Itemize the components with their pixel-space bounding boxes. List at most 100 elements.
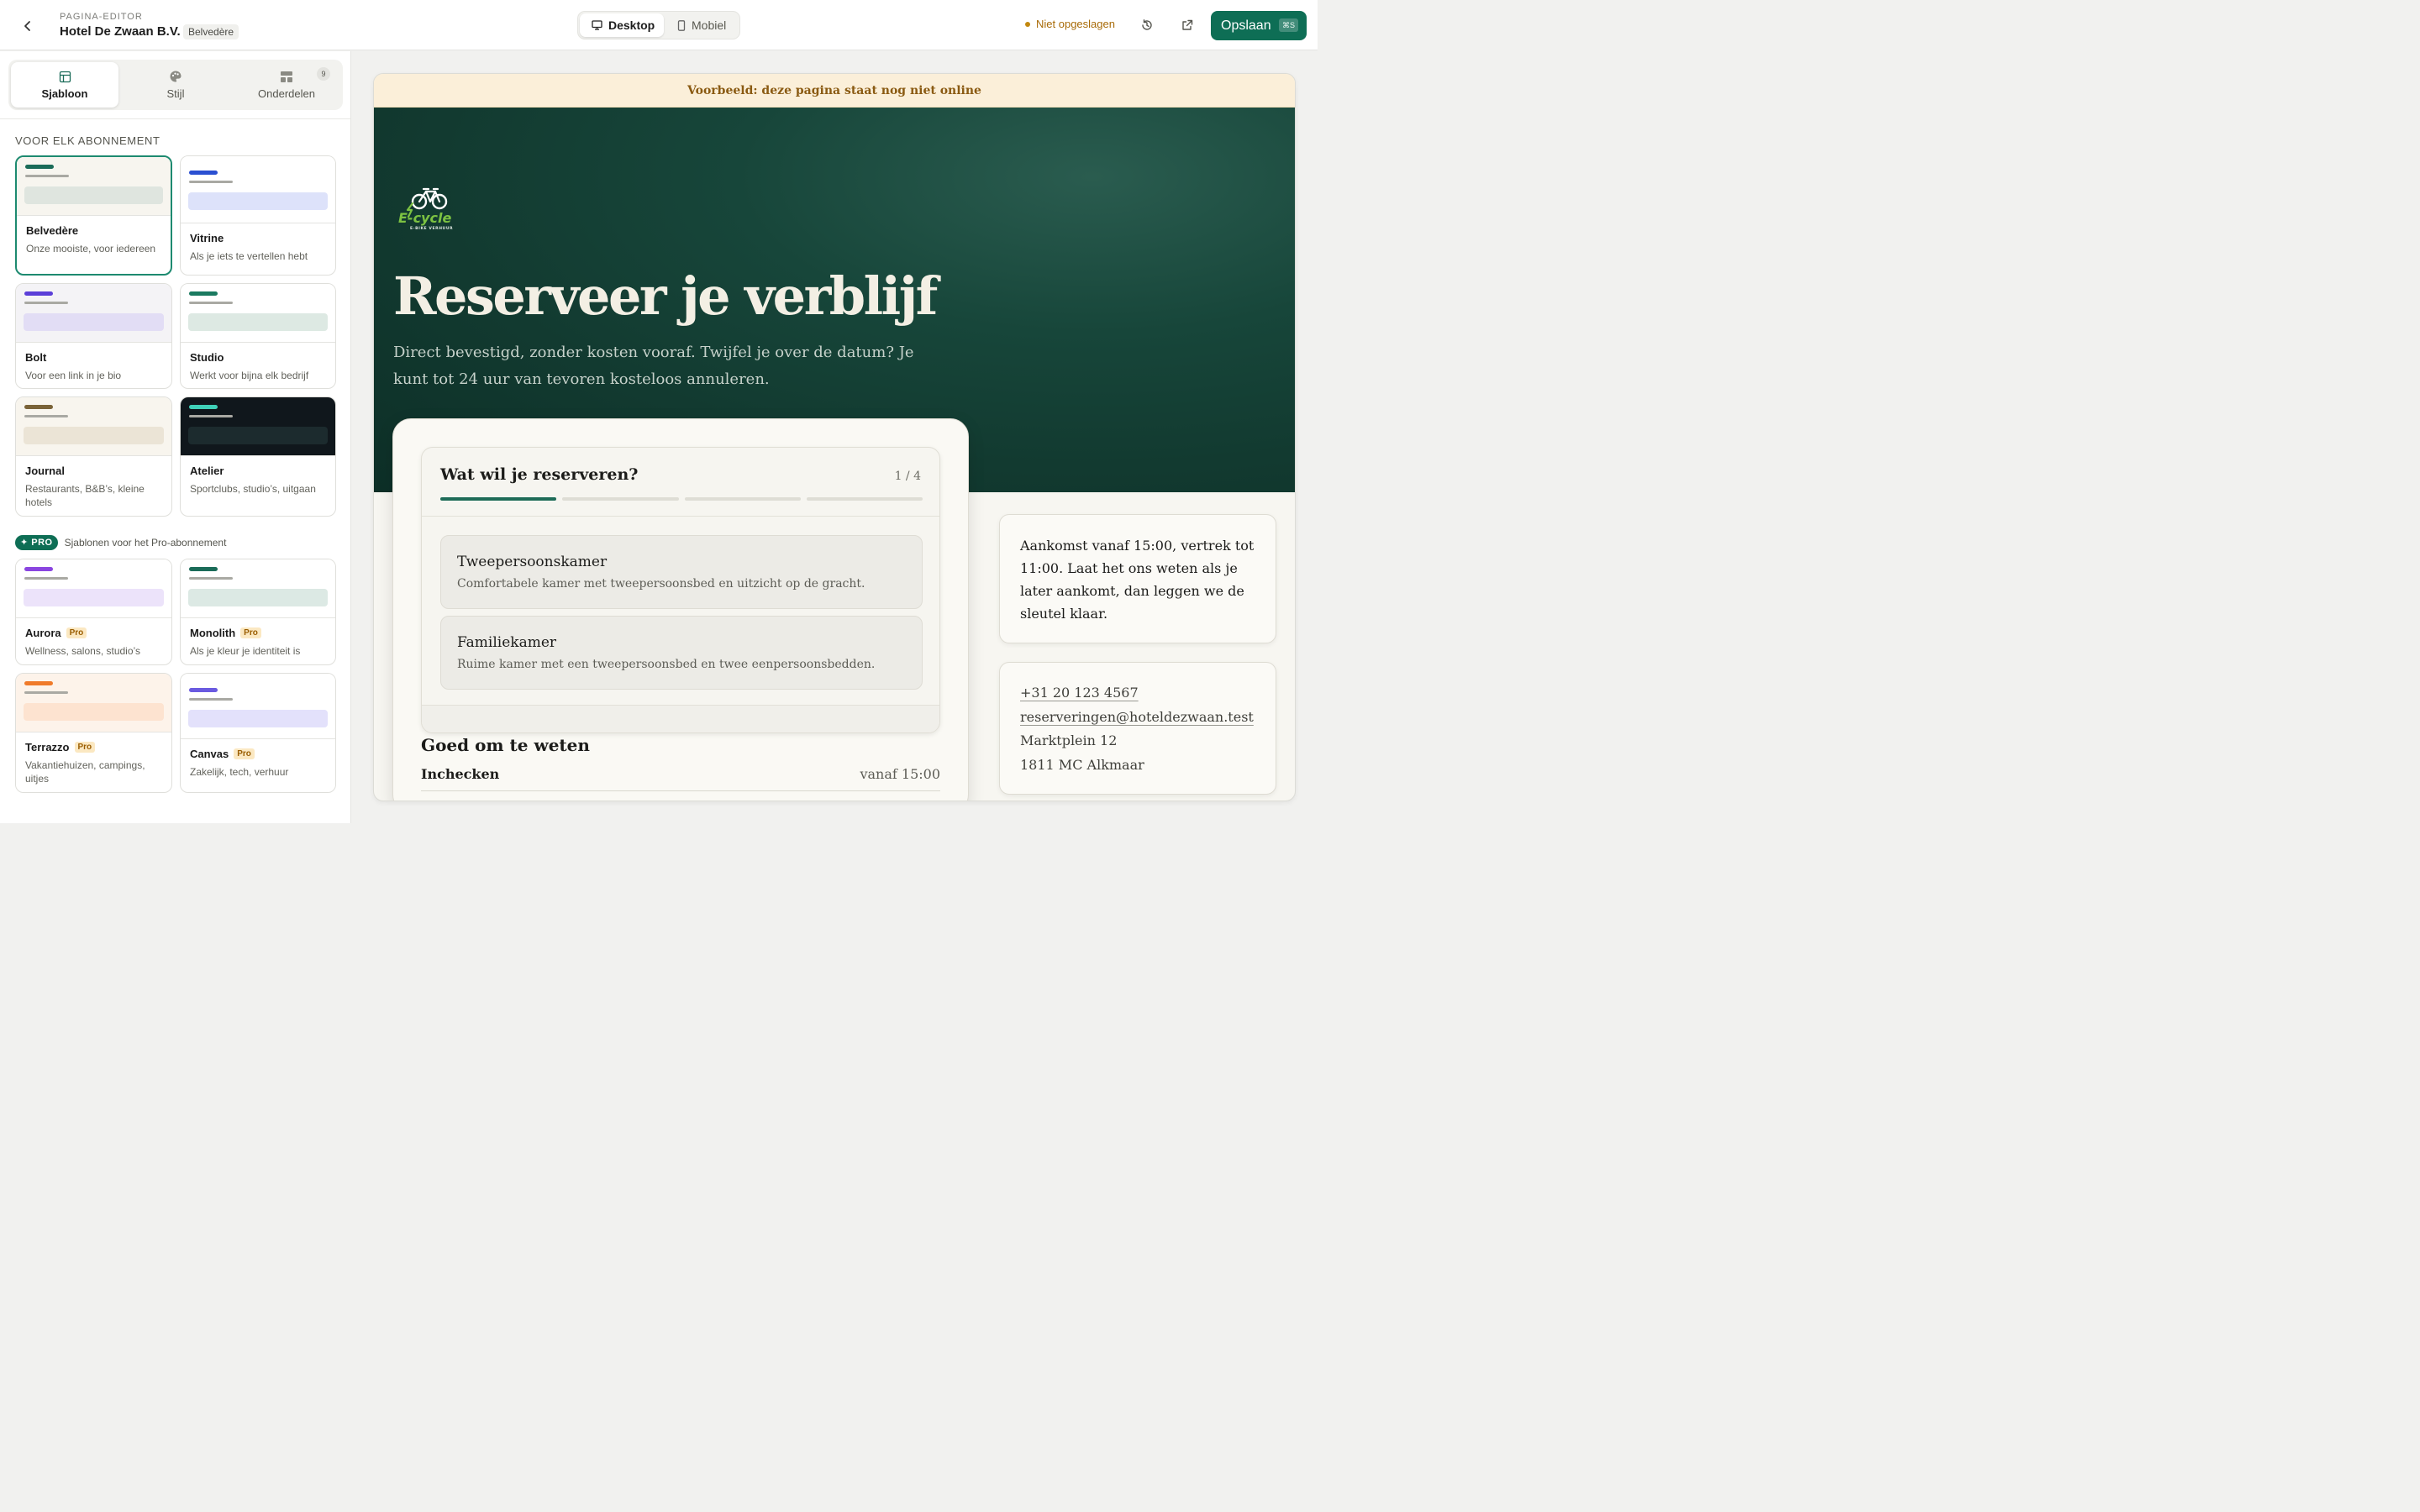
template-card-bolt[interactable]: Bolt Voor een link in je bio [15, 283, 172, 389]
template-name-text: Bolt [25, 351, 47, 364]
thumbnail-content-block [188, 192, 328, 210]
thumbnail-accent-bar [189, 405, 218, 409]
save-button[interactable]: Opslaan ⌘S [1211, 11, 1307, 40]
option-description: Ruime kamer met een tweepersoonsbed en t… [457, 658, 876, 671]
checkin-label: Inchecken [421, 766, 500, 782]
thumbnail-accent-bar [24, 405, 53, 409]
template-thumbnail [16, 284, 171, 343]
template-name: Aurora Pro [25, 627, 87, 639]
option-tweepersoonskamer[interactable]: Tweepersoonskamer Comfortabele kamer met… [440, 535, 923, 609]
template-description: Vakantiehuizen, campings, uitjes [25, 759, 145, 785]
template-description: Onze mooiste, voor iedereen [26, 243, 156, 255]
thumbnail-text-bar [24, 691, 68, 694]
option-description: Comfortabele kamer met tweepersoonsbed e… [457, 577, 865, 591]
status-dot-icon [1025, 21, 1030, 27]
progress-segment [684, 497, 801, 501]
thumbnail-accent-bar [24, 681, 53, 685]
tab-stijl[interactable]: Stijl [122, 62, 229, 108]
thumbnail-accent-bar [25, 165, 54, 169]
template-name-text: Vitrine [190, 232, 224, 244]
template-name-text: Terrazzo [25, 741, 70, 753]
template-name: Monolith Pro [190, 627, 261, 639]
thumbnail-content-block [24, 427, 164, 444]
unsaved-status: Niet opgeslagen [1025, 18, 1115, 30]
sidebar-tabs: Sjabloon Stijl Onderdelen 9 [8, 60, 343, 110]
contact-email-link[interactable]: reserveringen@hoteldezwaan.test [1020, 709, 1254, 725]
device-desktop-label: Desktop [608, 18, 655, 32]
svg-text:E-BIKE VERHUUR: E-BIKE VERHUUR [410, 226, 453, 231]
thumbnail-text-bar [25, 175, 69, 177]
contact-card: +31 20 123 4567 reserveringen@hoteldezwa… [999, 662, 1276, 795]
booking-step-footer [422, 705, 939, 732]
layout-icon [59, 71, 71, 82]
pro-section-header: ✦ PRO Sjablonen voor het Pro-abonnement [15, 535, 226, 550]
template-name-text: Atelier [190, 465, 224, 477]
template-thumbnail [181, 156, 335, 223]
pro-section-text: Sjablonen voor het Pro-abonnement [64, 537, 227, 549]
arrival-info-text: Aankomst vanaf 15:00, vertrek tot 11:00.… [1020, 538, 1255, 622]
thumbnail-accent-bar [24, 291, 53, 296]
device-toggle: Desktop Mobiel [577, 11, 740, 39]
hero-title: Reserveer je verblijf [393, 265, 938, 327]
booking-card: Wat wil je reserveren? 1 / 4 Tweepersoon… [392, 418, 969, 801]
template-card-belvedere[interactable]: Belvedère Onze mooiste, voor iedereen [15, 155, 172, 276]
thumbnail-content-block [24, 186, 163, 204]
template-name: Journal [25, 465, 65, 477]
thumbnail-text-bar [189, 415, 233, 417]
template-card-terrazzo[interactable]: Terrazzo Pro Vakantiehuizen, campings, uit… [15, 673, 172, 793]
template-card-aurora[interactable]: Aurora Pro Wellness, salons, studio’s [15, 559, 172, 665]
template-card-vitrine[interactable]: Vitrine Als je iets te vertellen hebt [180, 155, 336, 276]
back-button[interactable] [15, 13, 40, 39]
device-desktop-button[interactable]: Desktop [580, 13, 664, 37]
template-card-monolith[interactable]: Monolith Pro Als je kleur je identiteit is [180, 559, 336, 665]
progress-segment [440, 497, 557, 501]
thumbnail-accent-bar [24, 567, 53, 571]
contact-street: Marktplein 12 [1020, 732, 1118, 748]
bicycle-logo-icon: E-cycle E-BIKE VERHUUR [398, 187, 453, 231]
history-button[interactable] [1136, 14, 1158, 36]
thumbnail-accent-bar [189, 291, 218, 296]
template-description: Wellness, salons, studio’s [25, 645, 140, 657]
sidebar: Sjabloon Stijl Onderdelen 9 VOOR ELK ABO… [0, 51, 351, 823]
template-card-atelier[interactable]: Atelier Sportclubs, studio’s, uitgaan [180, 396, 336, 517]
progress-segment [806, 497, 923, 501]
monitor-icon [592, 20, 602, 30]
pro-badge: ✦ PRO [15, 535, 58, 550]
tab-onderdelen[interactable]: Onderdelen 9 [233, 62, 340, 108]
template-name: Belvedère [26, 224, 78, 237]
booking-progress [440, 497, 923, 501]
tab-sjabloon[interactable]: Sjabloon [11, 62, 118, 108]
thumbnail-accent-bar [189, 567, 218, 571]
contact-phone-link[interactable]: +31 20 123 4567 [1020, 685, 1139, 701]
tab-onderdelen-label: Onderdelen [258, 87, 315, 100]
good-to-know-title: Goed om te weten [421, 735, 590, 755]
template-card-canvas[interactable]: Canvas Pro Zakelijk, tech, verhuur [180, 673, 336, 793]
template-card-journal[interactable]: Journal Restaurants, B&B’s, kleine hotels [15, 396, 172, 517]
template-description: Restaurants, B&B’s, kleine hotels [25, 483, 145, 508]
template-name: Bolt [25, 351, 46, 364]
template-thumbnail [16, 674, 171, 732]
save-label: Opslaan [1221, 18, 1271, 33]
template-badge: Belvedère [183, 24, 239, 39]
tab-stijl-label: Stijl [166, 87, 185, 100]
thumbnail-accent-bar [189, 171, 218, 175]
preview-banner: Voorbeeld: deze pagina staat nog niet on… [374, 74, 1295, 108]
option-familiekamer[interactable]: Familiekamer Ruime kamer met een tweeper… [440, 616, 923, 690]
thumbnail-content-block [24, 589, 164, 606]
template-description: Als je iets te vertellen hebt [190, 250, 308, 262]
thumbnail-content-block [24, 703, 164, 721]
template-card-studio[interactable]: Studio Werkt voor bijna elk bedrijf [180, 283, 336, 389]
pro-badge: Pro [234, 748, 255, 759]
tab-sjabloon-label: Sjabloon [41, 87, 88, 100]
thumbnail-text-bar [24, 577, 68, 580]
template-name-text: Monolith [190, 627, 236, 639]
thumbnail-content-block [188, 589, 328, 606]
open-external-button[interactable] [1176, 14, 1198, 36]
device-mobile-button[interactable]: Mobiel [667, 13, 738, 37]
contact-city: 1811 MC Alkmaar [1020, 757, 1144, 773]
template-description: Als je kleur je identiteit is [190, 645, 301, 657]
hero-subtitle: Direct bevestigd, zonder kosten vooraf. … [393, 344, 914, 388]
template-thumbnail [181, 674, 335, 739]
chevron-left-icon [24, 21, 30, 31]
pro-badge: Pro [66, 627, 87, 638]
